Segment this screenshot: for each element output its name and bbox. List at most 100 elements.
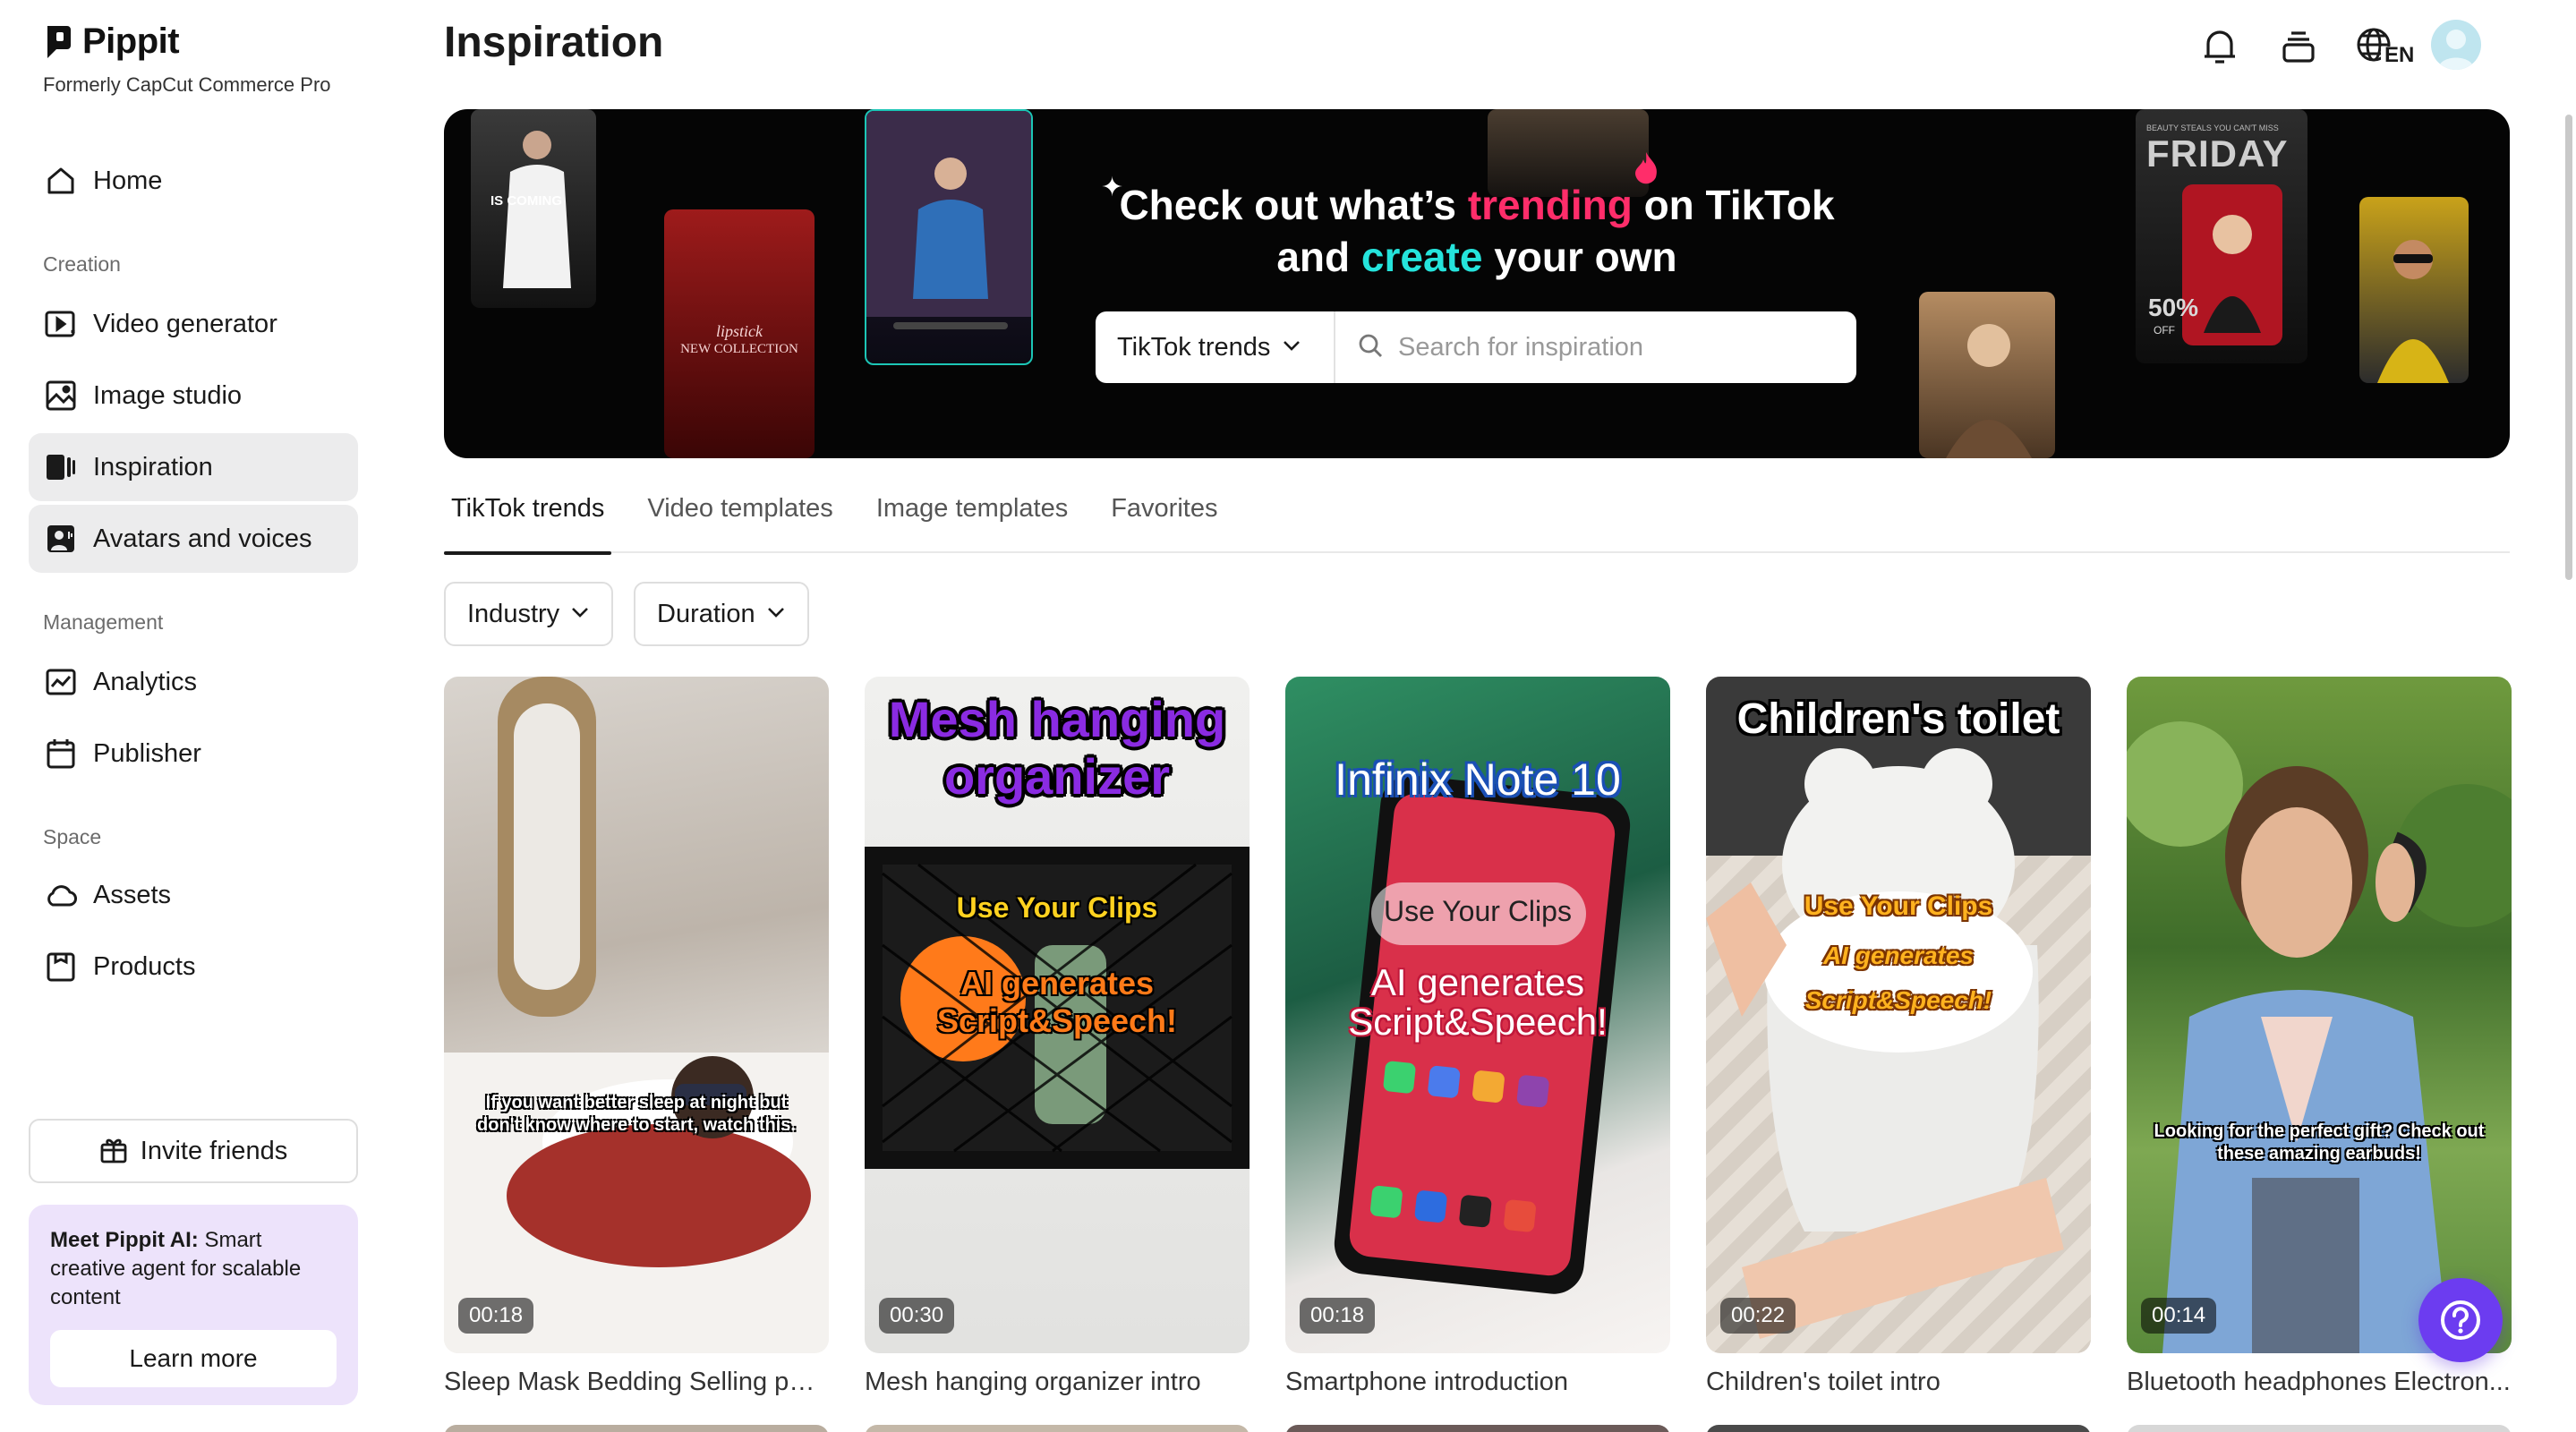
template-card[interactable]: Mesh hanging organizer Use Your Clips AI… [865, 677, 1250, 1397]
page-scrollbar[interactable] [2565, 115, 2572, 580]
card-headline: Infinix Note 10 [1335, 754, 1621, 805]
sidebar-item-label: Inspiration [93, 452, 213, 482]
card-thumbnail[interactable]: Mesh hanging organizer Use Your Clips AI… [865, 677, 1250, 1353]
notifications-bell-icon[interactable] [2196, 23, 2243, 70]
headline-text: on TikTok [1632, 182, 1835, 228]
nav-space: Assets Products [29, 861, 358, 1001]
brand-name: Pippit [82, 21, 180, 61]
language-code: EN [2384, 43, 2415, 67]
search-source-label: TikTok trends [1117, 332, 1271, 362]
brand-logo[interactable]: Pippit [43, 21, 180, 62]
brand-subtitle: Formerly CapCut Commerce Pro [43, 73, 331, 96]
search-icon [1357, 332, 1384, 363]
card-ai-label: AI generates [1822, 942, 1975, 969]
card-headline: Mesh hanging organizer [888, 691, 1226, 805]
pippit-ai-promo-card: Meet Pippit AI: Smart creative agent for… [29, 1205, 358, 1405]
search-field [1335, 332, 1856, 363]
next-row-card-peek [444, 1425, 829, 1432]
headline-text: and [1276, 234, 1361, 280]
filter-label: Industry [467, 599, 560, 628]
banner-thumb-portrait [1919, 292, 2055, 458]
trending-banner: IS COMING lipstick NEW COLLECTION BEAUTY… [444, 109, 2510, 458]
section-title-creation: Creation [43, 252, 121, 276]
card-title: Smartphone introduction [1285, 1368, 1568, 1396]
chevron-down-icon [766, 606, 786, 623]
next-row-card-peek [2127, 1425, 2512, 1432]
card-thumbnail[interactable]: If you want better sleep at night but do… [444, 677, 829, 1353]
help-button[interactable] [2418, 1278, 2503, 1362]
card-title: Mesh hanging organizer intro [865, 1368, 1201, 1396]
sidebar-item-home[interactable]: Home [29, 147, 358, 215]
card-clips-label: Use Your Clips [1384, 895, 1572, 927]
card-ai-label: AI generates [1370, 961, 1585, 1003]
banner-thumb-text: OFF [2154, 324, 2175, 337]
template-card[interactable]: Infinix Note 10 Use Your Clips AI genera… [1285, 677, 1670, 1397]
sidebar-item-label: Video generator [93, 309, 277, 338]
content-tabs: TikTok trends Video templates Image temp… [444, 483, 2510, 555]
sidebar-item-products[interactable]: Products [29, 933, 358, 1001]
promo-bold: Meet Pippit AI: [50, 1228, 199, 1252]
subscription-stack-icon[interactable] [2275, 23, 2322, 70]
duration-badge: 00:18 [458, 1298, 534, 1334]
card-thumbnail[interactable]: Children's toilet Use Your Clips AI gene… [1706, 677, 2091, 1353]
gift-icon [99, 1135, 128, 1168]
sidebar-item-label: Products [93, 951, 196, 981]
card-caption: Looking for the perfect gift? Check out … [2154, 1121, 2485, 1164]
search-input[interactable] [1398, 332, 1846, 362]
filter-label: Duration [657, 599, 755, 628]
nav-primary: Home [29, 147, 358, 215]
template-card[interactable]: Children's toilet Use Your Clips AI gene… [1706, 677, 2091, 1397]
duration-badge: 00:14 [2141, 1298, 2217, 1334]
sidebar-item-avatars-and-voices[interactable]: Avatars and voices [29, 505, 358, 573]
card-headline: Children's toilet [1736, 695, 2060, 743]
industry-filter-dropdown[interactable]: Industry [444, 582, 614, 646]
next-row-card-peek [1285, 1425, 1670, 1432]
inspiration-icon [45, 451, 77, 483]
sidebar-item-label: Analytics [93, 667, 198, 696]
card-clips-label: Use Your Clips [956, 891, 1158, 924]
sidebar-item-image-studio[interactable]: Image studio [29, 362, 358, 430]
section-title-management: Management [43, 610, 164, 634]
sidebar-item-label: Publisher [93, 738, 201, 768]
cloud-icon [45, 879, 77, 911]
invite-friends-button[interactable]: Invite friends [29, 1119, 358, 1183]
banner-thumb-text: lipstick [716, 322, 763, 340]
learn-more-button[interactable]: Learn more [50, 1330, 337, 1387]
card-title: Children's toilet intro [1706, 1368, 1941, 1396]
tab-favorites[interactable]: Favorites [1104, 483, 1224, 553]
home-icon [45, 165, 77, 197]
search-source-dropdown[interactable]: TikTok trends [1096, 311, 1335, 383]
calendar-icon [45, 737, 77, 770]
user-avatar[interactable] [2431, 20, 2481, 70]
sidebar-item-video-generator[interactable]: Video generator [29, 290, 358, 358]
duration-badge: 00:30 [879, 1298, 955, 1334]
template-card[interactable]: If you want better sleep at night but do… [444, 677, 829, 1397]
nav-management: Analytics Publisher [29, 648, 358, 788]
language-globe-icon[interactable]: EN [2354, 23, 2415, 70]
promo-text: Meet Pippit AI: Smart creative agent for… [50, 1226, 337, 1312]
headline-line-1: Check out what’s trending on TikTok [444, 179, 2510, 231]
card-caption: If you want better sleep at night but do… [477, 1093, 796, 1135]
sidebar-item-assets[interactable]: Assets [29, 861, 358, 929]
card-thumbnail[interactable]: Looking for the perfect gift? Check out … [2127, 677, 2512, 1353]
tab-tiktok-trends[interactable]: TikTok trends [444, 483, 612, 555]
tab-image-templates[interactable]: Image templates [869, 483, 1075, 553]
duration-filter-dropdown[interactable]: Duration [634, 582, 809, 646]
question-mark-icon [2441, 1300, 2480, 1340]
banner-thumb-text: NEW COLLECTION [680, 342, 798, 356]
image-studio-icon [45, 379, 77, 412]
card-thumbnail[interactable]: Infinix Note 10 Use Your Clips AI genera… [1285, 677, 1670, 1353]
sidebar-item-analytics[interactable]: Analytics [29, 648, 358, 716]
sidebar-item-label: Assets [93, 880, 172, 909]
analytics-icon [45, 666, 77, 698]
avatar-icon [45, 523, 77, 555]
inspiration-search-bar: TikTok trends [1096, 311, 1856, 383]
sidebar-item-inspiration[interactable]: Inspiration [29, 433, 358, 501]
sidebar-item-publisher[interactable]: Publisher [29, 720, 358, 788]
sidebar-item-label: Avatars and voices [93, 524, 312, 553]
chevron-down-icon [1282, 339, 1301, 356]
video-generator-icon [45, 308, 77, 340]
tab-video-templates[interactable]: Video templates [640, 483, 840, 553]
section-title-space: Space [43, 825, 102, 848]
headline-line-2: and create your own [444, 231, 2510, 283]
